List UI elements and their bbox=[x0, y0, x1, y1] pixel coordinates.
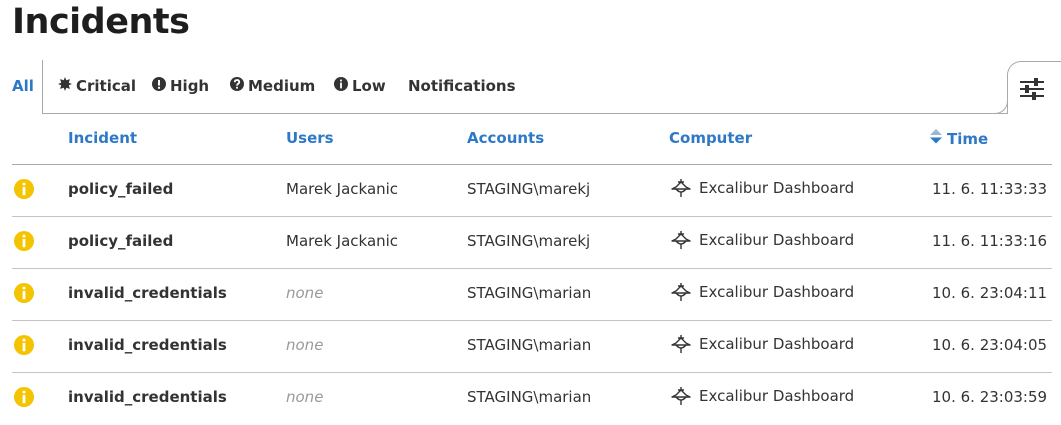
table-row[interactable]: invalid_credentials none STAGING\marian Exc… bbox=[12, 321, 1052, 373]
user-cell: none bbox=[286, 388, 324, 406]
tabs-divider bbox=[43, 113, 1007, 114]
tab-high[interactable]: High bbox=[152, 77, 209, 95]
tab-medium[interactable]: Medium bbox=[230, 77, 315, 95]
table-row[interactable]: invalid_credentials none STAGING\marian Exc… bbox=[12, 373, 1052, 425]
user-cell: none bbox=[286, 336, 324, 354]
computer-icon bbox=[670, 178, 699, 198]
sliders-icon[interactable] bbox=[1020, 78, 1044, 104]
table-row[interactable]: invalid_credentials none STAGING\marian Exc… bbox=[12, 269, 1052, 321]
computer-icon bbox=[670, 334, 699, 354]
question-circle-icon bbox=[230, 77, 244, 95]
settings-tab bbox=[1007, 61, 1061, 114]
computer-cell: Excalibur Dashboard bbox=[670, 386, 854, 406]
column-header-label: Computer bbox=[669, 129, 753, 147]
tab-label: Low bbox=[352, 77, 386, 95]
computer-cell: Excalibur Dashboard bbox=[670, 230, 854, 250]
tab-all[interactable]: All bbox=[12, 77, 34, 95]
incident-cell: invalid_credentials bbox=[68, 284, 227, 302]
sort-icon bbox=[930, 129, 942, 148]
burst-icon bbox=[58, 77, 72, 95]
tab-notifications[interactable]: Notifications bbox=[408, 77, 516, 95]
tab-label: High bbox=[170, 77, 210, 95]
column-header-computer[interactable]: Computer bbox=[669, 129, 752, 147]
info-circle-icon bbox=[14, 283, 34, 307]
tab-label: Notifications bbox=[408, 77, 516, 95]
info-circle-icon bbox=[14, 335, 34, 359]
time-cell: 11. 6. 11:33:33 bbox=[932, 180, 1048, 198]
tab-label: All bbox=[12, 77, 34, 95]
tab-low[interactable]: Low bbox=[334, 77, 386, 95]
computer-name: Excalibur Dashboard bbox=[699, 179, 855, 197]
info-circle-icon bbox=[14, 179, 34, 203]
user-cell: Marek Jackanic bbox=[286, 232, 399, 250]
time-cell: 10. 6. 23:03:59 bbox=[932, 388, 1048, 406]
page-title: Incidents bbox=[12, 2, 190, 42]
column-header-label: Users bbox=[286, 129, 334, 147]
column-header-accounts[interactable]: Accounts bbox=[467, 129, 544, 147]
account-cell: STAGING\marian bbox=[467, 388, 592, 406]
incident-cell: invalid_credentials bbox=[68, 336, 227, 354]
user-cell: Marek Jackanic bbox=[286, 180, 399, 198]
computer-icon bbox=[670, 230, 699, 250]
incident-cell: policy_failed bbox=[68, 180, 174, 198]
computer-cell: Excalibur Dashboard bbox=[670, 334, 854, 354]
info-circle-icon bbox=[14, 387, 34, 411]
column-header-time[interactable]: Time bbox=[930, 129, 988, 148]
account-cell: STAGING\marekj bbox=[467, 232, 591, 250]
computer-name: Excalibur Dashboard bbox=[699, 231, 855, 249]
computer-name: Excalibur Dashboard bbox=[699, 283, 855, 301]
column-header-label: Incident bbox=[68, 129, 138, 147]
time-cell: 10. 6. 23:04:05 bbox=[932, 336, 1048, 354]
incident-cell: policy_failed bbox=[68, 232, 174, 250]
computer-icon bbox=[670, 386, 699, 406]
tab-label: Critical bbox=[76, 77, 137, 95]
incidents-table-body: policy_failed Marek Jackanic STAGING\marek… bbox=[12, 165, 1052, 425]
time-cell: 11. 6. 11:33:16 bbox=[932, 232, 1048, 250]
computer-cell: Excalibur Dashboard bbox=[670, 282, 854, 302]
user-cell: none bbox=[286, 284, 324, 302]
computer-icon bbox=[670, 282, 699, 302]
column-header-label: Time bbox=[947, 129, 989, 148]
column-header-incident[interactable]: Incident bbox=[68, 129, 137, 147]
severity-tabs: All Critical High Medium Low Notificatio… bbox=[0, 60, 1061, 114]
tab-label: Medium bbox=[248, 77, 316, 95]
incident-cell: invalid_credentials bbox=[68, 388, 227, 406]
account-cell: STAGING\marekj bbox=[467, 180, 591, 198]
account-cell: STAGING\marian bbox=[467, 284, 592, 302]
table-row[interactable]: policy_failed Marek Jackanic STAGING\marek… bbox=[12, 217, 1052, 269]
exclamation-circle-icon bbox=[152, 77, 166, 95]
column-header-label: Accounts bbox=[467, 129, 545, 147]
column-header-users[interactable]: Users bbox=[286, 129, 334, 147]
computer-cell: Excalibur Dashboard bbox=[670, 178, 854, 198]
info-circle-icon bbox=[334, 77, 348, 95]
table-row[interactable]: policy_failed Marek Jackanic STAGING\marek… bbox=[12, 165, 1052, 217]
account-cell: STAGING\marian bbox=[467, 336, 592, 354]
computer-name: Excalibur Dashboard bbox=[699, 335, 855, 353]
tab-critical[interactable]: Critical bbox=[58, 77, 136, 95]
time-cell: 10. 6. 23:04:11 bbox=[932, 284, 1048, 302]
info-circle-icon bbox=[14, 231, 34, 255]
computer-name: Excalibur Dashboard bbox=[699, 387, 855, 405]
table-header: Incident Users Accounts Computer Time bbox=[12, 120, 1052, 165]
